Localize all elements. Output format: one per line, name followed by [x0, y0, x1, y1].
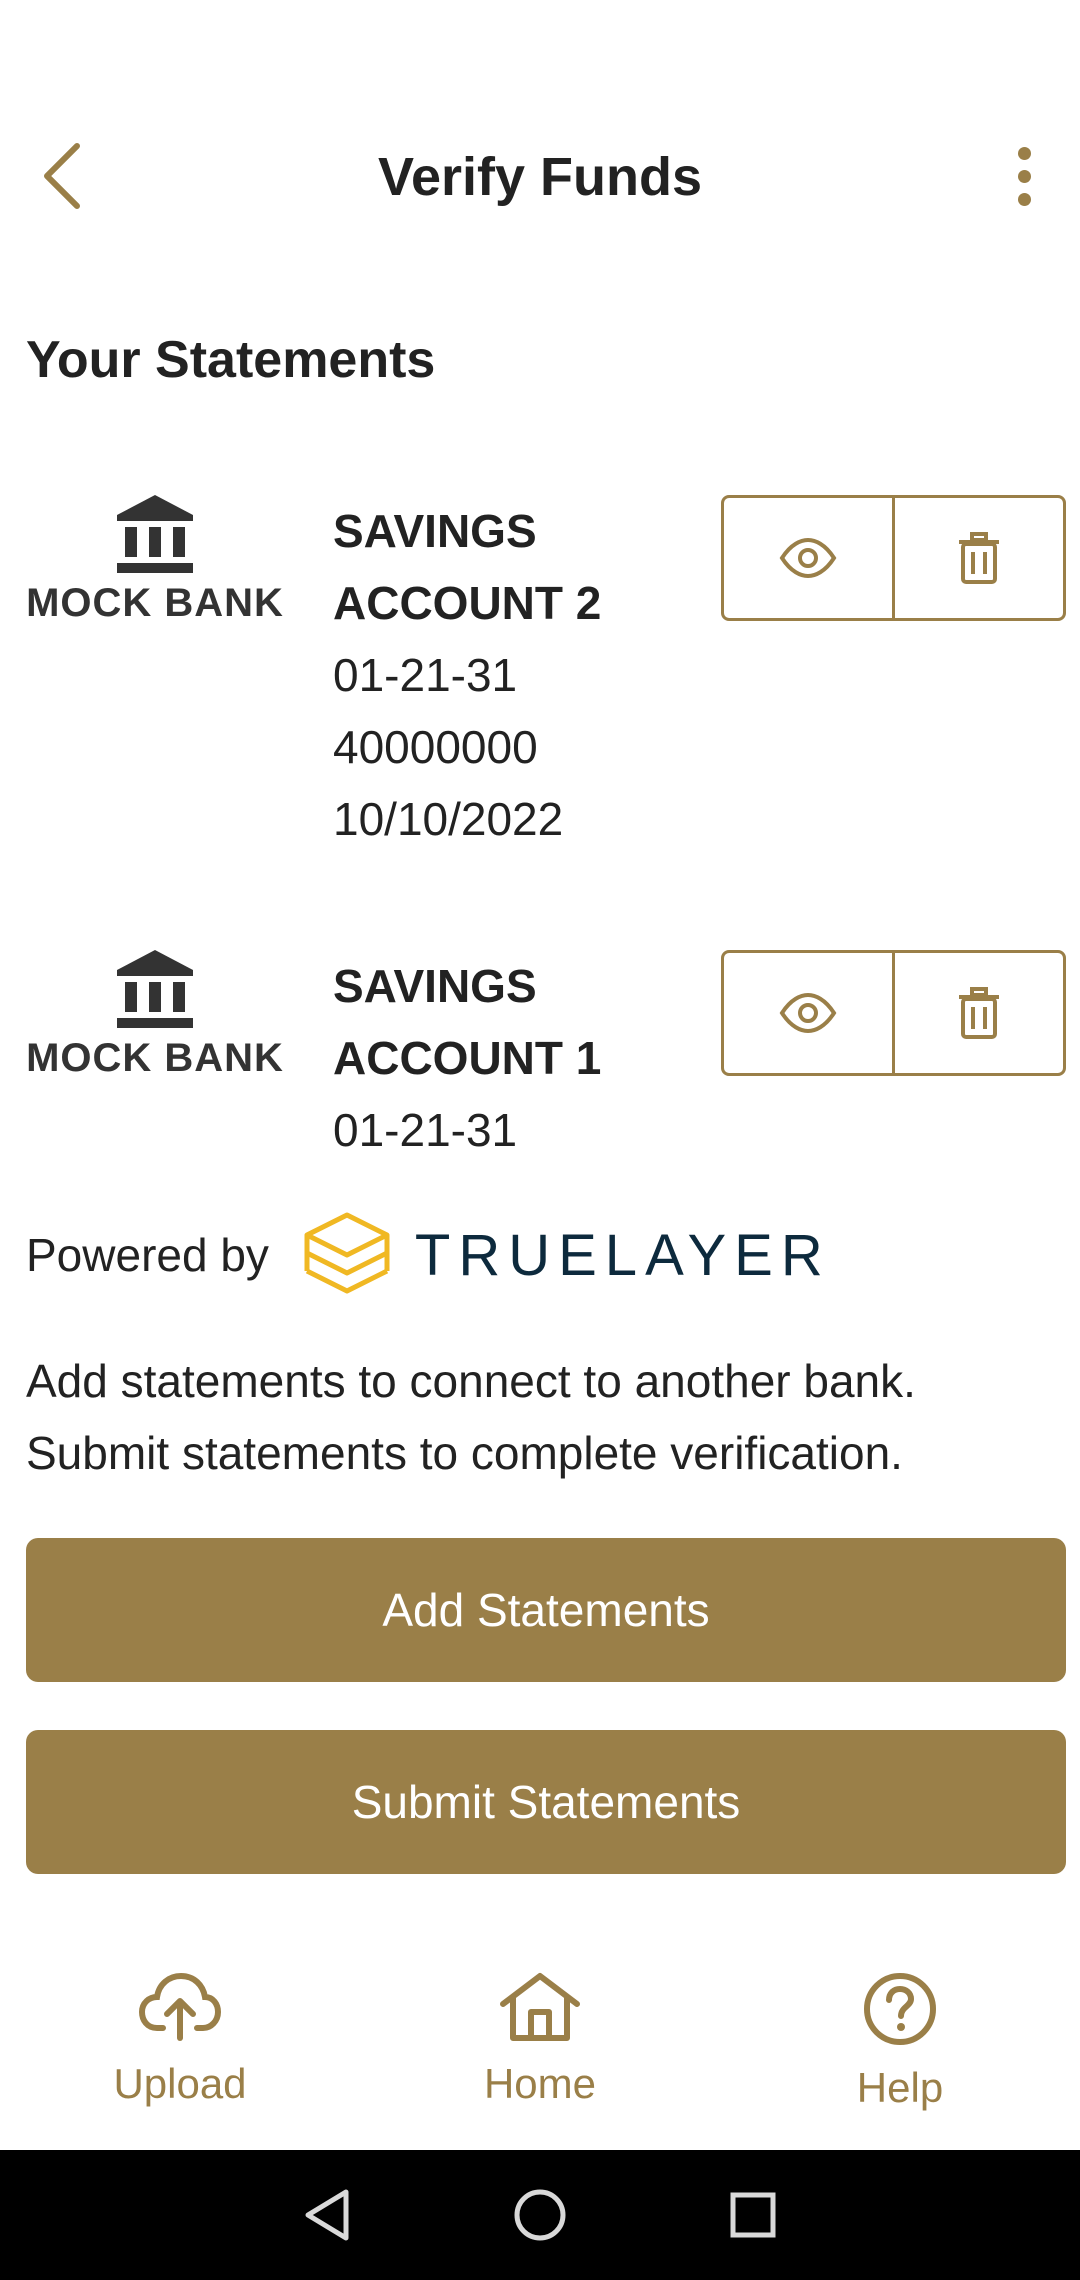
account-name: ACCOUNT 1 [333, 1032, 602, 1084]
delete-statement-button[interactable] [892, 953, 1063, 1073]
trash-icon [959, 532, 999, 584]
sort-code: 01-21-31 [333, 649, 518, 701]
more-options-button[interactable] [994, 136, 1054, 216]
system-back-button[interactable] [287, 2175, 367, 2255]
view-statement-button[interactable] [724, 953, 892, 1073]
instructions-line: Submit statements to complete verificati… [26, 1427, 903, 1479]
sort-code: 01-21-31 [333, 1104, 518, 1156]
nav-upload-label: Upload [113, 2060, 247, 2107]
add-statements-button[interactable]: Add Statements [26, 1538, 1066, 1682]
bank-icon [117, 950, 193, 1028]
account-number: 40000000 [333, 721, 538, 773]
nav-help-label: Help [856, 2064, 944, 2111]
bank-logo: MOCK BANK [24, 495, 286, 626]
truelayer-wordmark: TRUELAYER [414, 1222, 831, 1288]
account-info: SAVINGS ACCOUNT 1 01-21-31 [333, 950, 601, 1166]
bank-icon [117, 495, 193, 573]
more-vertical-dot [1017, 192, 1031, 206]
cloud-upload-icon [139, 1972, 221, 2041]
nav-upload[interactable]: Upload [0, 1950, 360, 2150]
system-recents-button[interactable] [713, 2175, 793, 2255]
nav-home-label: Home [483, 2060, 597, 2107]
submit-statements-button[interactable]: Submit Statements [26, 1730, 1066, 1874]
bank-logo: MOCK BANK [24, 950, 286, 1081]
account-name: SAVINGS [333, 960, 537, 1012]
statement-actions [721, 950, 1066, 1076]
instructions-line: Add statements to connect to another ban… [26, 1355, 916, 1407]
statement-actions [721, 495, 1066, 621]
instructions-text: Add statements to connect to another ban… [26, 1345, 1066, 1489]
help-circle-icon [864, 1973, 936, 2045]
view-statement-button[interactable] [724, 498, 892, 618]
nav-home[interactable]: Home [360, 1950, 720, 2150]
bottom-nav: Upload Home Help [0, 1950, 1080, 2150]
bank-name: MOCK BANK [26, 581, 284, 625]
system-home-button[interactable] [500, 2175, 580, 2255]
truelayer-layers-icon [304, 1212, 390, 1294]
eye-icon [779, 538, 837, 578]
triangle-back-icon [305, 2189, 349, 2241]
truelayer-logo: TRUELAYER [301, 1209, 831, 1301]
powered-by-label: Powered by [26, 1229, 269, 1281]
trash-icon [959, 987, 999, 1039]
square-recents-icon [730, 2192, 776, 2238]
circle-home-icon [514, 2189, 566, 2241]
eye-icon [779, 993, 837, 1033]
statement-card: MOCK BANK SAVINGS ACCOUNT 2 01-21-31 400… [0, 495, 1080, 855]
account-name: SAVINGS [333, 505, 537, 557]
home-icon [500, 1973, 580, 2041]
powered-by: Powered by TRUELAYER [26, 1205, 1066, 1305]
app-bar: Verify Funds [0, 120, 1080, 240]
delete-statement-button[interactable] [892, 498, 1063, 618]
statement-date: 10/10/2022 [333, 793, 564, 845]
account-info: SAVINGS ACCOUNT 2 01-21-31 40000000 10/1… [333, 495, 601, 855]
bank-name: MOCK BANK [26, 1036, 284, 1080]
statement-card: MOCK BANK SAVINGS ACCOUNT 1 01-21-31 [0, 950, 1080, 1170]
nav-help[interactable]: Help [720, 1950, 1080, 2150]
more-vertical-dot [1017, 169, 1031, 183]
more-vertical-icon [1017, 146, 1031, 160]
page-title: Verify Funds [377, 147, 703, 207]
account-name: ACCOUNT 2 [333, 577, 602, 629]
section-title: Your Statements [26, 331, 436, 389]
system-nav-bar [0, 2150, 1080, 2280]
